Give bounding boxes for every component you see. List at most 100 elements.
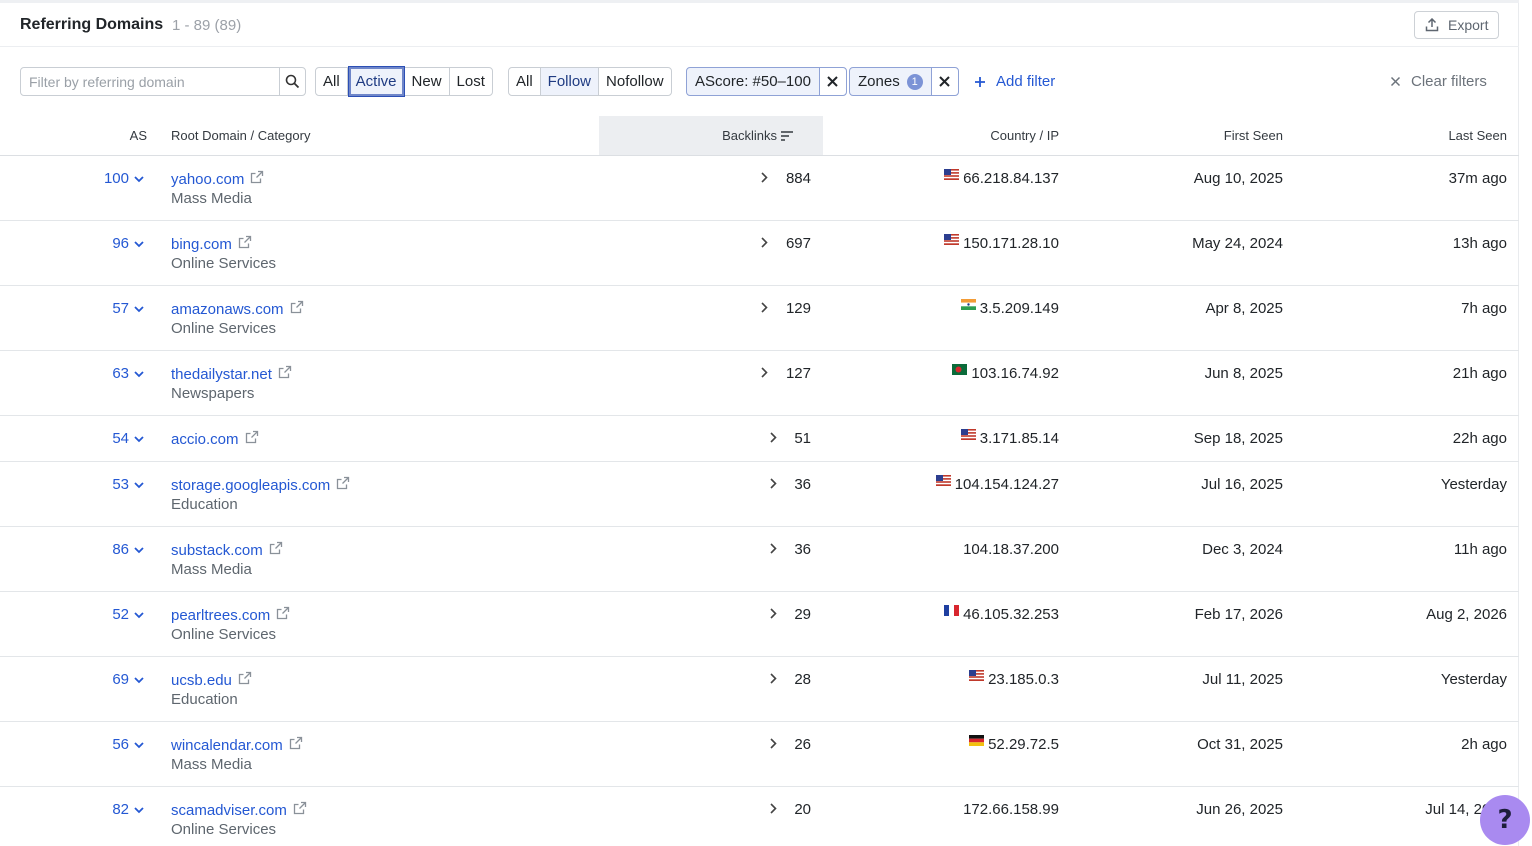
- column-country-ip[interactable]: Country / IP: [990, 128, 1059, 143]
- authority-score[interactable]: 86: [112, 541, 144, 558]
- external-link-icon[interactable]: [278, 365, 292, 383]
- authority-score[interactable]: 63: [112, 365, 144, 382]
- external-link-icon[interactable]: [238, 235, 252, 253]
- authority-score[interactable]: 96: [112, 235, 144, 252]
- external-link-icon[interactable]: [276, 606, 290, 624]
- expand-backlinks-button[interactable]: [770, 671, 777, 688]
- backlinks-count[interactable]: 36: [794, 541, 811, 558]
- backlinks-count[interactable]: 28: [794, 671, 811, 688]
- authority-score[interactable]: 69: [112, 671, 144, 688]
- external-link-icon[interactable]: [238, 671, 252, 689]
- authority-score[interactable]: 52: [112, 606, 144, 623]
- expand-backlinks-button[interactable]: [761, 300, 768, 317]
- external-link-icon[interactable]: [245, 430, 259, 448]
- domain-link[interactable]: pearltrees.com: [171, 606, 290, 624]
- last-seen-date: 37m ago: [1448, 170, 1507, 187]
- column-backlinks[interactable]: Backlinks: [722, 128, 793, 143]
- ip-address: 52.29.72.5: [988, 736, 1059, 753]
- external-link-icon[interactable]: [289, 736, 303, 754]
- export-button[interactable]: Export: [1414, 11, 1499, 39]
- link-type-nofollow[interactable]: Nofollow: [599, 68, 671, 95]
- remove-zones-filter-button[interactable]: [930, 68, 958, 95]
- expand-backlinks-button[interactable]: [770, 606, 777, 623]
- authority-score-value: 82: [112, 801, 129, 818]
- status-new[interactable]: New: [404, 68, 450, 95]
- expand-backlinks-button[interactable]: [761, 170, 768, 187]
- ascore-filter-chip[interactable]: AScore: #50–100: [686, 67, 847, 96]
- authority-score-value: 86: [112, 541, 129, 558]
- domain-link[interactable]: storage.googleapis.com: [171, 476, 350, 494]
- authority-score[interactable]: 54: [112, 430, 144, 447]
- external-link-icon[interactable]: [336, 476, 350, 494]
- search-button[interactable]: [280, 68, 305, 95]
- expand-backlinks-button[interactable]: [770, 541, 777, 558]
- external-link-icon[interactable]: [250, 170, 264, 188]
- backlinks-count[interactable]: 36: [794, 476, 811, 493]
- authority-score[interactable]: 100: [104, 170, 144, 187]
- expand-backlinks-button[interactable]: [761, 365, 768, 382]
- expand-backlinks-button[interactable]: [770, 430, 777, 447]
- authority-score[interactable]: 57: [112, 300, 144, 317]
- backlinks-count[interactable]: 129: [786, 300, 811, 317]
- clear-filters-label: Clear filters: [1411, 73, 1487, 90]
- domain-link[interactable]: accio.com: [171, 430, 259, 448]
- country-ip: 46.105.32.253: [944, 605, 1059, 623]
- domain-link[interactable]: amazonaws.com: [171, 300, 304, 318]
- domain-link[interactable]: thedailystar.net: [171, 365, 292, 383]
- chevron-right-icon: [761, 170, 768, 187]
- backlinks-count[interactable]: 51: [794, 430, 811, 447]
- status-all[interactable]: All: [316, 68, 348, 95]
- expand-backlinks-button[interactable]: [770, 736, 777, 753]
- table-row: 100 yahoo.com Mass Media 884 66.218.84.137 Au…: [0, 156, 1519, 221]
- backlinks-count[interactable]: 26: [794, 736, 811, 753]
- backlinks-count[interactable]: 20: [794, 801, 811, 818]
- backlinks-count[interactable]: 697: [786, 235, 811, 252]
- country-ip: 150.171.28.10: [944, 234, 1059, 252]
- column-last-seen[interactable]: Last Seen: [1448, 128, 1507, 143]
- authority-score[interactable]: 53: [112, 476, 144, 493]
- add-filter-button[interactable]: Add filter: [974, 73, 1055, 90]
- authority-score-value: 53: [112, 476, 129, 493]
- link-type-follow[interactable]: Follow: [540, 68, 600, 95]
- expand-backlinks-button[interactable]: [761, 235, 768, 252]
- authority-score[interactable]: 56: [112, 736, 144, 753]
- help-button[interactable]: ?: [1480, 795, 1530, 845]
- column-root-domain[interactable]: Root Domain / Category: [171, 128, 310, 143]
- authority-score-value: 54: [112, 430, 129, 447]
- status-active[interactable]: Active: [347, 66, 405, 97]
- backlinks-count[interactable]: 127: [786, 365, 811, 382]
- chevron-down-icon: [134, 671, 144, 688]
- domain-category: Mass Media: [171, 756, 252, 773]
- domain-link[interactable]: ucsb.edu: [171, 671, 252, 689]
- link-type-all[interactable]: All: [509, 68, 541, 95]
- ip-address: 3.171.85.14: [979, 430, 1059, 447]
- flag-bd-icon: [952, 364, 968, 382]
- domain-link[interactable]: scamadviser.com: [171, 801, 307, 819]
- external-link-icon[interactable]: [269, 541, 283, 559]
- status-lost[interactable]: Lost: [449, 68, 492, 95]
- backlinks-count[interactable]: 29: [794, 606, 811, 623]
- clear-filters-button[interactable]: Clear filters: [1390, 73, 1487, 90]
- domain-link[interactable]: bing.com: [171, 235, 252, 253]
- domain-link[interactable]: wincalendar.com: [171, 736, 303, 754]
- authority-score-value: 52: [112, 606, 129, 623]
- flag-us-icon: [960, 429, 976, 447]
- column-first-seen[interactable]: First Seen: [1224, 128, 1283, 143]
- help-label: ?: [1497, 805, 1513, 835]
- domain-link[interactable]: substack.com: [171, 541, 283, 559]
- table-row: 69 ucsb.edu Education 28 23.185.0.3 Jul 11, 2…: [0, 657, 1519, 722]
- zones-filter-chip[interactable]: Zones 1: [849, 67, 959, 96]
- domain-link[interactable]: yahoo.com: [171, 170, 264, 188]
- remove-ascore-filter-button[interactable]: [818, 68, 846, 95]
- external-link-icon[interactable]: [290, 300, 304, 318]
- domain-category: Online Services: [171, 320, 277, 337]
- external-link-icon[interactable]: [293, 801, 307, 819]
- backlinks-count[interactable]: 884: [786, 170, 811, 187]
- expand-backlinks-button[interactable]: [770, 476, 777, 493]
- expand-backlinks-button[interactable]: [770, 801, 777, 818]
- column-as[interactable]: AS: [130, 128, 147, 143]
- country-ip: 104.18.37.200: [963, 541, 1059, 558]
- authority-score[interactable]: 82: [112, 801, 144, 818]
- domain-search-input[interactable]: [21, 68, 280, 95]
- first-seen-date: Oct 31, 2025: [1197, 736, 1283, 753]
